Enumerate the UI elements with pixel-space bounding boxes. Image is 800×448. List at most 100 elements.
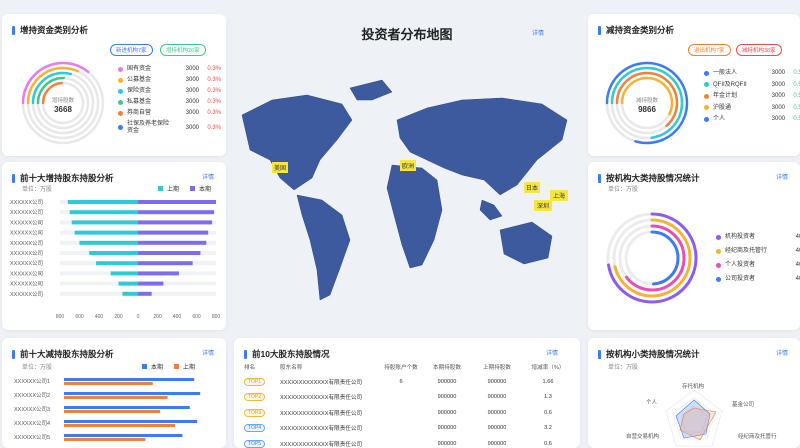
category-label: XXXXXX公司 <box>10 291 43 298</box>
legend-item: 个人投资者 4000 <box>716 262 800 269</box>
category-label: XXXXXX公司 <box>10 250 43 257</box>
legend-pct: 0.3% <box>207 66 221 73</box>
bar-prev <box>64 396 168 399</box>
table-row[interactable]: TOP4 XXXXXXXXXXXXX有限责任公司 900000 900000 3.2 <box>244 421 574 437</box>
x-tick: 400 <box>95 314 104 320</box>
map-label-shenzhen: 深圳 <box>534 200 553 211</box>
inc-inst-pill[interactable]: 增持机构26家 <box>160 44 206 56</box>
category-label: XXXXXX公司2 <box>14 392 50 399</box>
top10-panel: 前10大股东持股情况 详情 排名 股东名称 持股账户个数 本期持股数 上期持股数 增减率（… <box>234 338 580 448</box>
rank-badge: TOP5 <box>244 439 265 448</box>
category-label: XXXXXX公司 <box>10 260 43 267</box>
legend-item: 公司投资者 4000 <box>716 276 800 283</box>
category-label: XXXXXX公司 <box>10 240 43 247</box>
dec-inst-pill[interactable]: 减持机构38家 <box>736 44 782 56</box>
inst-large-detail-link[interactable]: 详情 <box>776 172 788 181</box>
table-row[interactable]: TOP3 XXXXXXXXXXXXX有限责任公司 900000 900000 0.6 <box>244 405 574 421</box>
legend-dot <box>716 248 721 254</box>
top-inc-detail-link[interactable]: 详情 <box>202 172 214 181</box>
legend-name: 社保及养老保险资金 <box>127 121 170 134</box>
legend-value: 3000 <box>185 88 199 95</box>
table-row[interactable]: TOP1 XXXXXXXXXXXXX有限责任公司 6 900000 900000 1.66 <box>244 374 574 390</box>
inst-small-panel: 按机构小类持股情况统计 详情 单位：万股 存托机构 基金公司 经纪商及托管行 自… <box>588 338 800 448</box>
category-label: XXXXXX公司4 <box>14 420 50 427</box>
map-label-usa: 美国 <box>272 162 289 173</box>
category-label: XXXXXX公司5 <box>14 434 50 441</box>
bar-prev <box>79 240 138 245</box>
bar-cur <box>138 251 201 255</box>
exit-inst-pill[interactable]: 退出机构7家 <box>688 44 731 56</box>
legend-dot <box>704 70 709 76</box>
legend-value: 4000 <box>795 248 800 255</box>
bar-prev <box>96 261 138 266</box>
legend-dot <box>704 93 709 99</box>
legend-name: 国有资金 <box>127 66 152 72</box>
legend-value: 3000 <box>185 66 199 73</box>
legend-pct: 0.5% <box>793 93 800 100</box>
legend-value: 3000 <box>771 116 785 123</box>
holder-name: XXXXXXXXXXXXX有限责任公司 <box>280 410 363 417</box>
bar-cur <box>64 392 201 395</box>
top-dec-detail-link[interactable]: 详情 <box>202 348 214 357</box>
panel-title: 前十大增持股东持股分析 <box>12 172 114 184</box>
category-label: XXXXXX公司3 <box>14 406 50 413</box>
legend-item: 券商自营 3000 0.3% <box>118 110 226 117</box>
legend-item: 经纪商及托管行 4000 <box>716 248 800 255</box>
dec-center-label: 减持股数 <box>635 98 658 104</box>
rate: 0.6 <box>544 409 552 416</box>
cur-holding: 900000 <box>437 394 457 401</box>
bar-cur <box>138 240 207 245</box>
top10-detail-link[interactable]: 详情 <box>546 348 558 357</box>
inst-large-panel: 按机构大类持股情况统计 详情 单位：万股 机构投资者 4000 经纪商及托管行 400… <box>588 162 800 330</box>
category-label: XXXXXX公司 <box>10 209 43 216</box>
unit-label: 单位：万股 <box>608 187 639 193</box>
new-inst-pill[interactable]: 新进机构7家 <box>110 44 153 56</box>
panel-title: 前10大股东持股情况 <box>244 348 329 360</box>
legend-name: 保险资金 <box>127 88 152 94</box>
holder-name: XXXXXXXXXXXXX有限责任公司 <box>280 379 363 386</box>
legend-name: 公司投资者 <box>725 276 756 282</box>
inst-small-detail-link[interactable]: 详情 <box>776 348 788 357</box>
legend-value: 3000 <box>185 77 199 84</box>
category-label: XXXXXX公司 <box>10 230 43 237</box>
table-row[interactable]: TOP5 XXXXXXXXXXXXX有限责任公司 900000 900000 0.6 <box>244 436 574 448</box>
legend-value: 3000 <box>771 93 785 100</box>
top10-table: 排名 股东名称 持股账户个数 本期持股数 上期持股数 增减率（%） TOP1 XXXXXXX… <box>244 360 574 448</box>
x-tick: 600 <box>75 314 84 320</box>
legend-dot <box>716 262 721 268</box>
dec-center-value: 9866 <box>638 105 656 114</box>
bar-cur <box>64 378 195 381</box>
bar-cur <box>138 261 193 266</box>
legend-item: 沪股通 3000 0.5% <box>704 105 800 112</box>
legend-item: 国有资金 3000 0.3% <box>118 66 226 73</box>
inc-center-value: 3668 <box>54 105 72 114</box>
legend-value: 4000 <box>795 234 800 241</box>
rate: 1.3 <box>544 394 552 401</box>
table-row[interactable]: TOP2 XXXXXXXXXXXXX有限责任公司 900000 900000 1.3 <box>244 390 574 406</box>
bar-cur <box>64 434 183 437</box>
rank-badge: TOP4 <box>244 424 265 433</box>
panel-title: 增持资金类别分析 <box>12 24 88 36</box>
rank-badge: TOP3 <box>244 408 265 417</box>
map-label-europe: 欧洲 <box>400 160 417 171</box>
panel-title: 前十大减持股东持股分析 <box>12 348 114 360</box>
legend-dot <box>118 77 123 83</box>
unit-label: 单位：万股 <box>22 365 53 371</box>
prev-holding: 900000 <box>487 394 507 401</box>
cur-holding: 900000 <box>437 425 457 432</box>
legend-item: 年金计划 3000 0.5% <box>704 93 800 100</box>
legend-name: 私募基金 <box>127 99 152 105</box>
panel-title: 按机构小类持股情况统计 <box>598 348 700 360</box>
legend-item: 保险资金 3000 0.3% <box>118 88 226 95</box>
rank-badge: TOP2 <box>244 393 265 402</box>
x-tick: 0 <box>137 314 140 320</box>
bar-prev <box>64 382 153 385</box>
legend-name: 经纪商及托管行 <box>725 248 768 254</box>
legend-pct: 0.5% <box>793 70 800 77</box>
prev-holding: 900000 <box>487 409 507 416</box>
bar-cur <box>138 291 152 296</box>
radar-axis-0: 存托机构 <box>682 384 705 390</box>
accounts: 6 <box>399 378 403 385</box>
legend-name: 机构投资者 <box>725 234 756 240</box>
bar-prev <box>67 200 138 204</box>
